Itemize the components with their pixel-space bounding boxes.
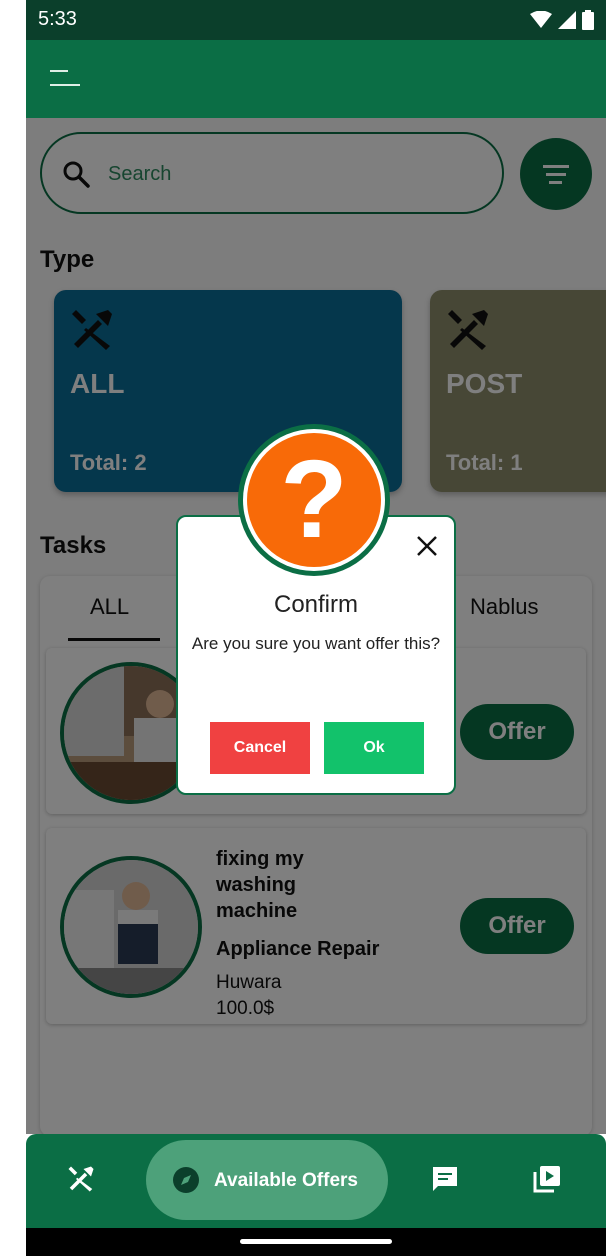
question-badge: ? <box>238 424 390 576</box>
dialog-message: Are you sure you want offer this? <box>191 634 441 653</box>
question-icon: ? <box>247 433 381 567</box>
nav-available-offers[interactable]: Available Offers <box>146 1140 388 1220</box>
app-screen: 5:33 Search Confirm Are you sure you wan… <box>26 0 606 1256</box>
chat-icon[interactable] <box>430 1164 460 1194</box>
cancel-button[interactable]: Cancel <box>210 722 310 774</box>
close-icon[interactable] <box>414 533 440 559</box>
home-indicator[interactable] <box>240 1239 392 1244</box>
ok-button[interactable]: Ok <box>324 722 424 774</box>
battery-icon <box>582 10 594 30</box>
video-library-icon[interactable] <box>532 1164 562 1194</box>
menu-button[interactable] <box>46 66 86 96</box>
dialog-title: Confirm <box>273 591 358 618</box>
bottom-nav: Available Offers <box>26 1134 606 1228</box>
status-time: 5:33 <box>38 8 77 30</box>
signal-icon <box>558 11 576 29</box>
compass-icon <box>173 1167 199 1193</box>
tools-icon[interactable] <box>66 1164 96 1194</box>
status-bar: 5:33 <box>26 0 606 40</box>
app-bar <box>26 40 606 118</box>
nav-available-offers-label: Available Offers <box>214 1170 358 1191</box>
menu-icon <box>50 70 80 86</box>
status-icons <box>530 10 594 30</box>
gesture-bar <box>26 1228 606 1256</box>
wifi-icon <box>530 11 552 28</box>
